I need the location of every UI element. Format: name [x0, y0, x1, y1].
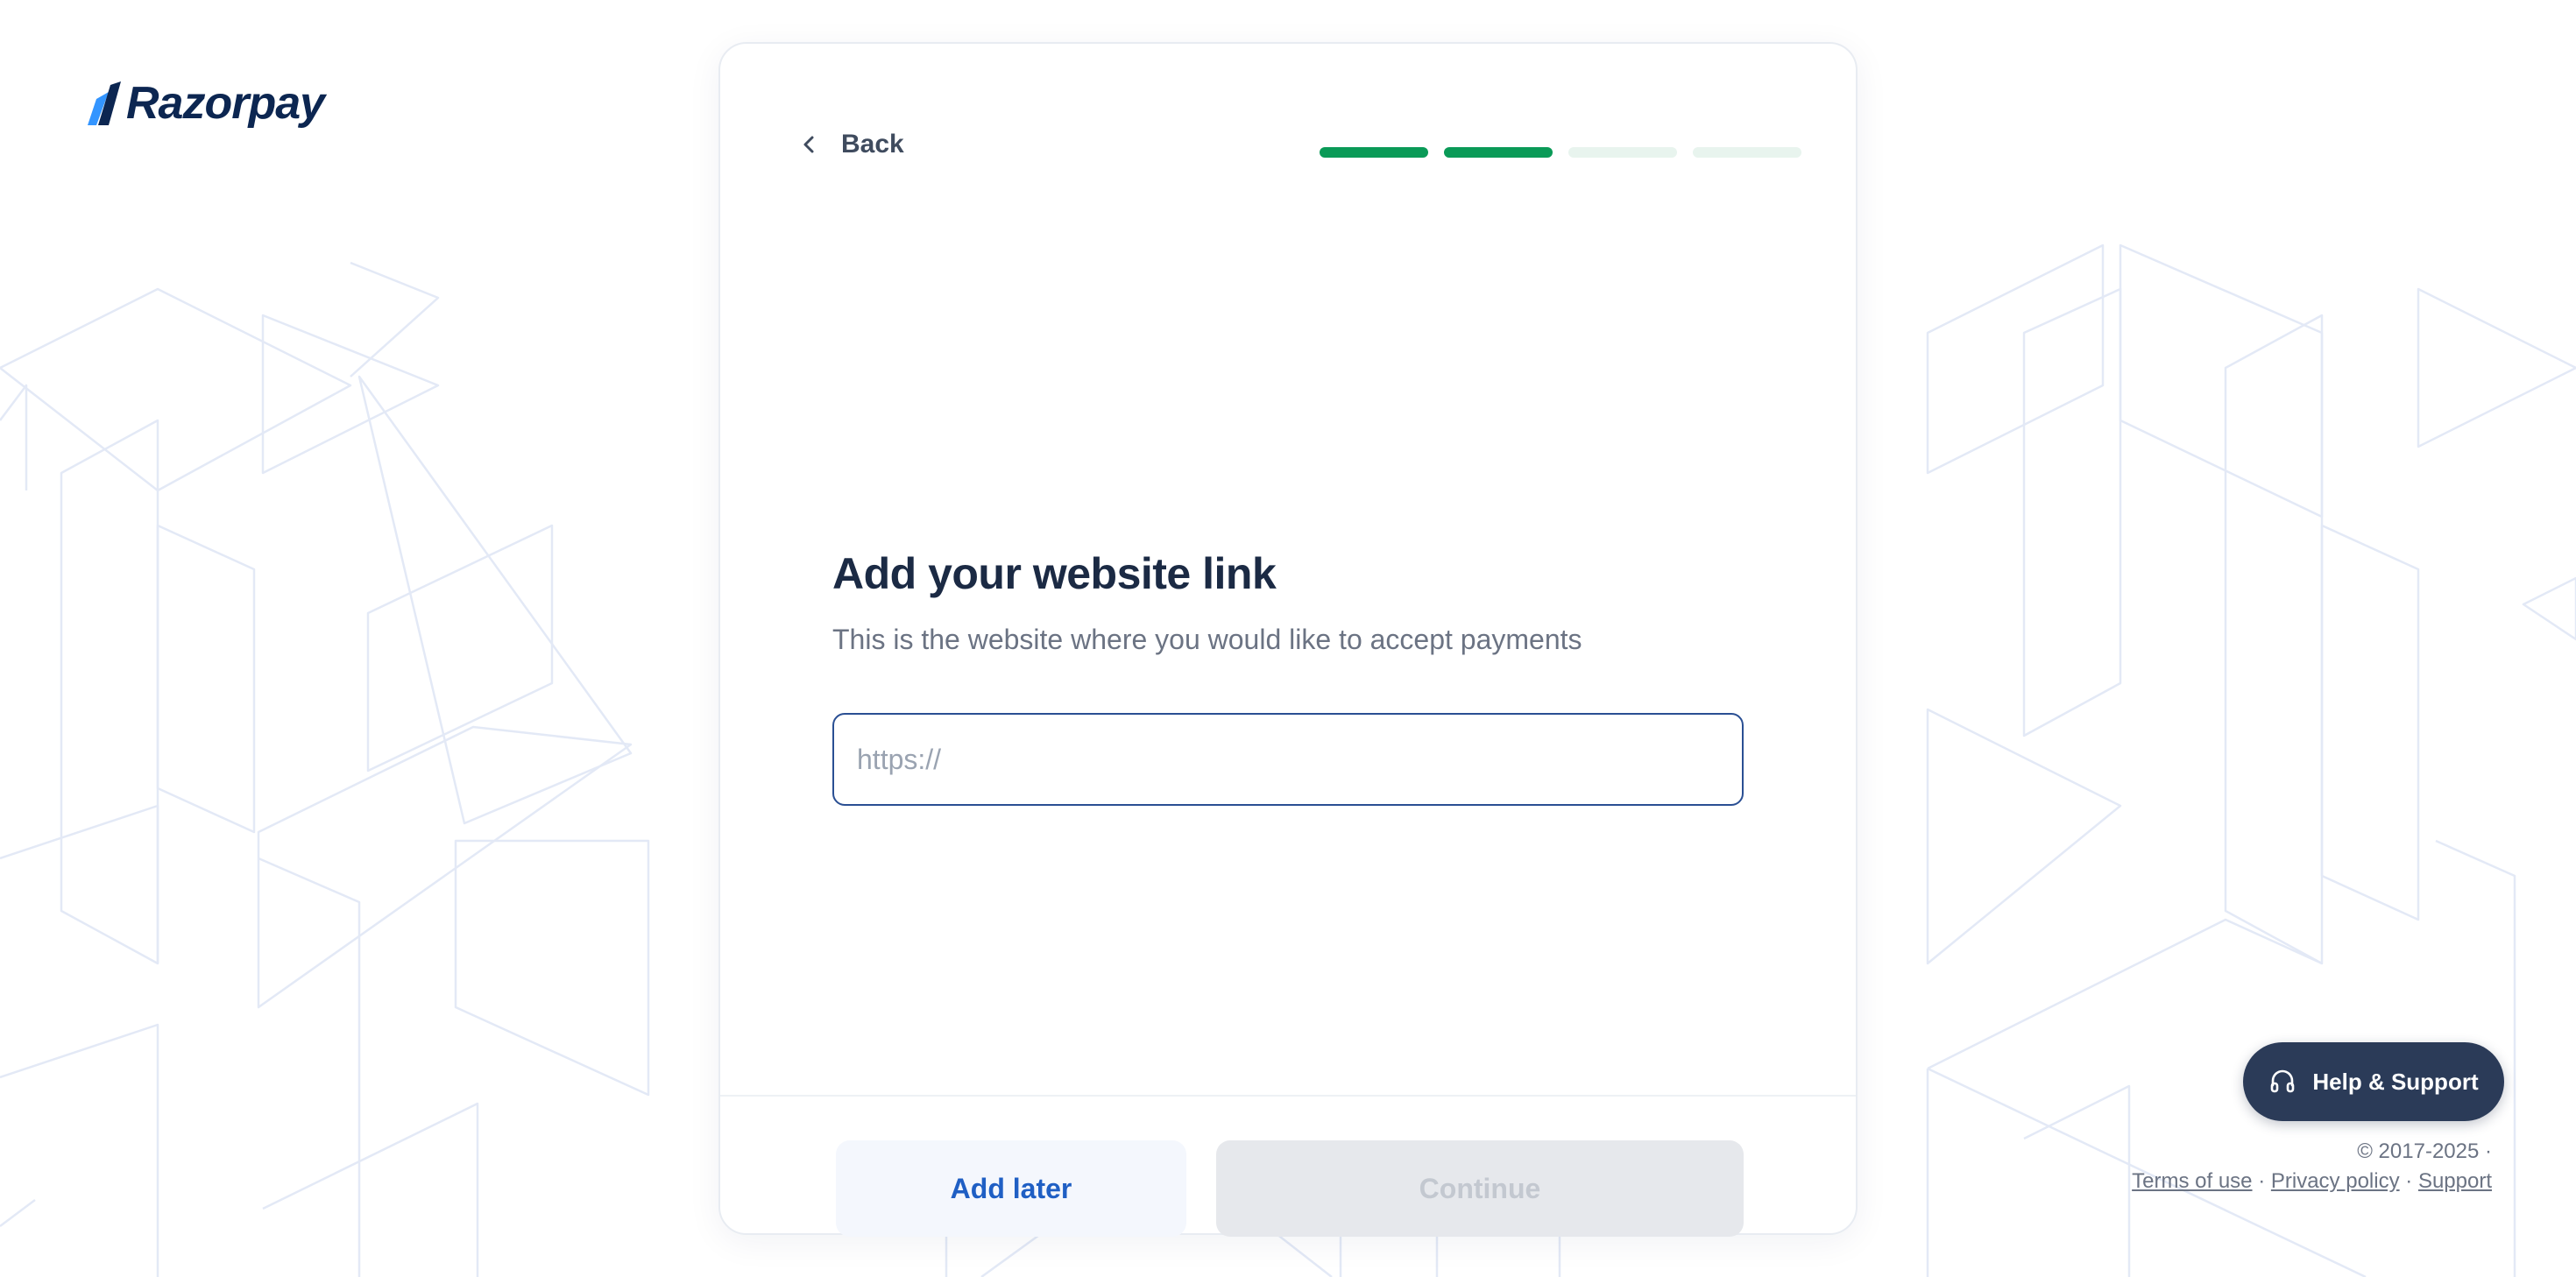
- progress-step-2: [1444, 147, 1553, 158]
- continue-button[interactable]: Continue: [1216, 1140, 1744, 1237]
- page-subtitle: This is the website where you would like…: [832, 624, 1582, 655]
- razorpay-logo[interactable]: Razorpay: [84, 78, 325, 129]
- add-later-button[interactable]: Add later: [836, 1140, 1186, 1237]
- copyright-text: © 2017-2025 ·: [2357, 1139, 2492, 1163]
- progress-step-3: [1568, 147, 1677, 158]
- razorpay-logo-icon: [88, 81, 121, 125]
- chevron-left-icon: [803, 136, 814, 153]
- page-title: Add your website link: [832, 549, 1277, 598]
- back-label: Back: [841, 130, 904, 159]
- help-support-label: Help & Support: [2312, 1068, 2479, 1095]
- step-progress: [1320, 147, 1801, 158]
- footer-separator: ·: [2405, 1169, 2413, 1193]
- privacy-policy-link[interactable]: Privacy policy: [2271, 1169, 2400, 1193]
- help-support-button[interactable]: Help & Support: [2243, 1042, 2504, 1121]
- footer-divider: [720, 1095, 1856, 1097]
- progress-step-1: [1320, 147, 1428, 158]
- onboarding-card: Back Add your website link This is the w…: [718, 42, 1858, 1237]
- terms-of-use-link[interactable]: Terms of use: [2132, 1169, 2252, 1193]
- footer-links: Terms of use · Privacy policy · Support: [2132, 1167, 2492, 1196]
- back-button[interactable]: Back: [797, 130, 904, 159]
- headphones-icon: [2271, 1069, 2295, 1093]
- logo-text: Razorpay: [126, 78, 325, 129]
- website-url-input[interactable]: [832, 713, 1744, 806]
- footer-separator: ·: [2258, 1169, 2266, 1193]
- progress-step-4: [1693, 147, 1801, 158]
- page-footer: © 2017-2025 · Terms of use · Privacy pol…: [2132, 1137, 2492, 1196]
- support-link[interactable]: Support: [2418, 1169, 2492, 1193]
